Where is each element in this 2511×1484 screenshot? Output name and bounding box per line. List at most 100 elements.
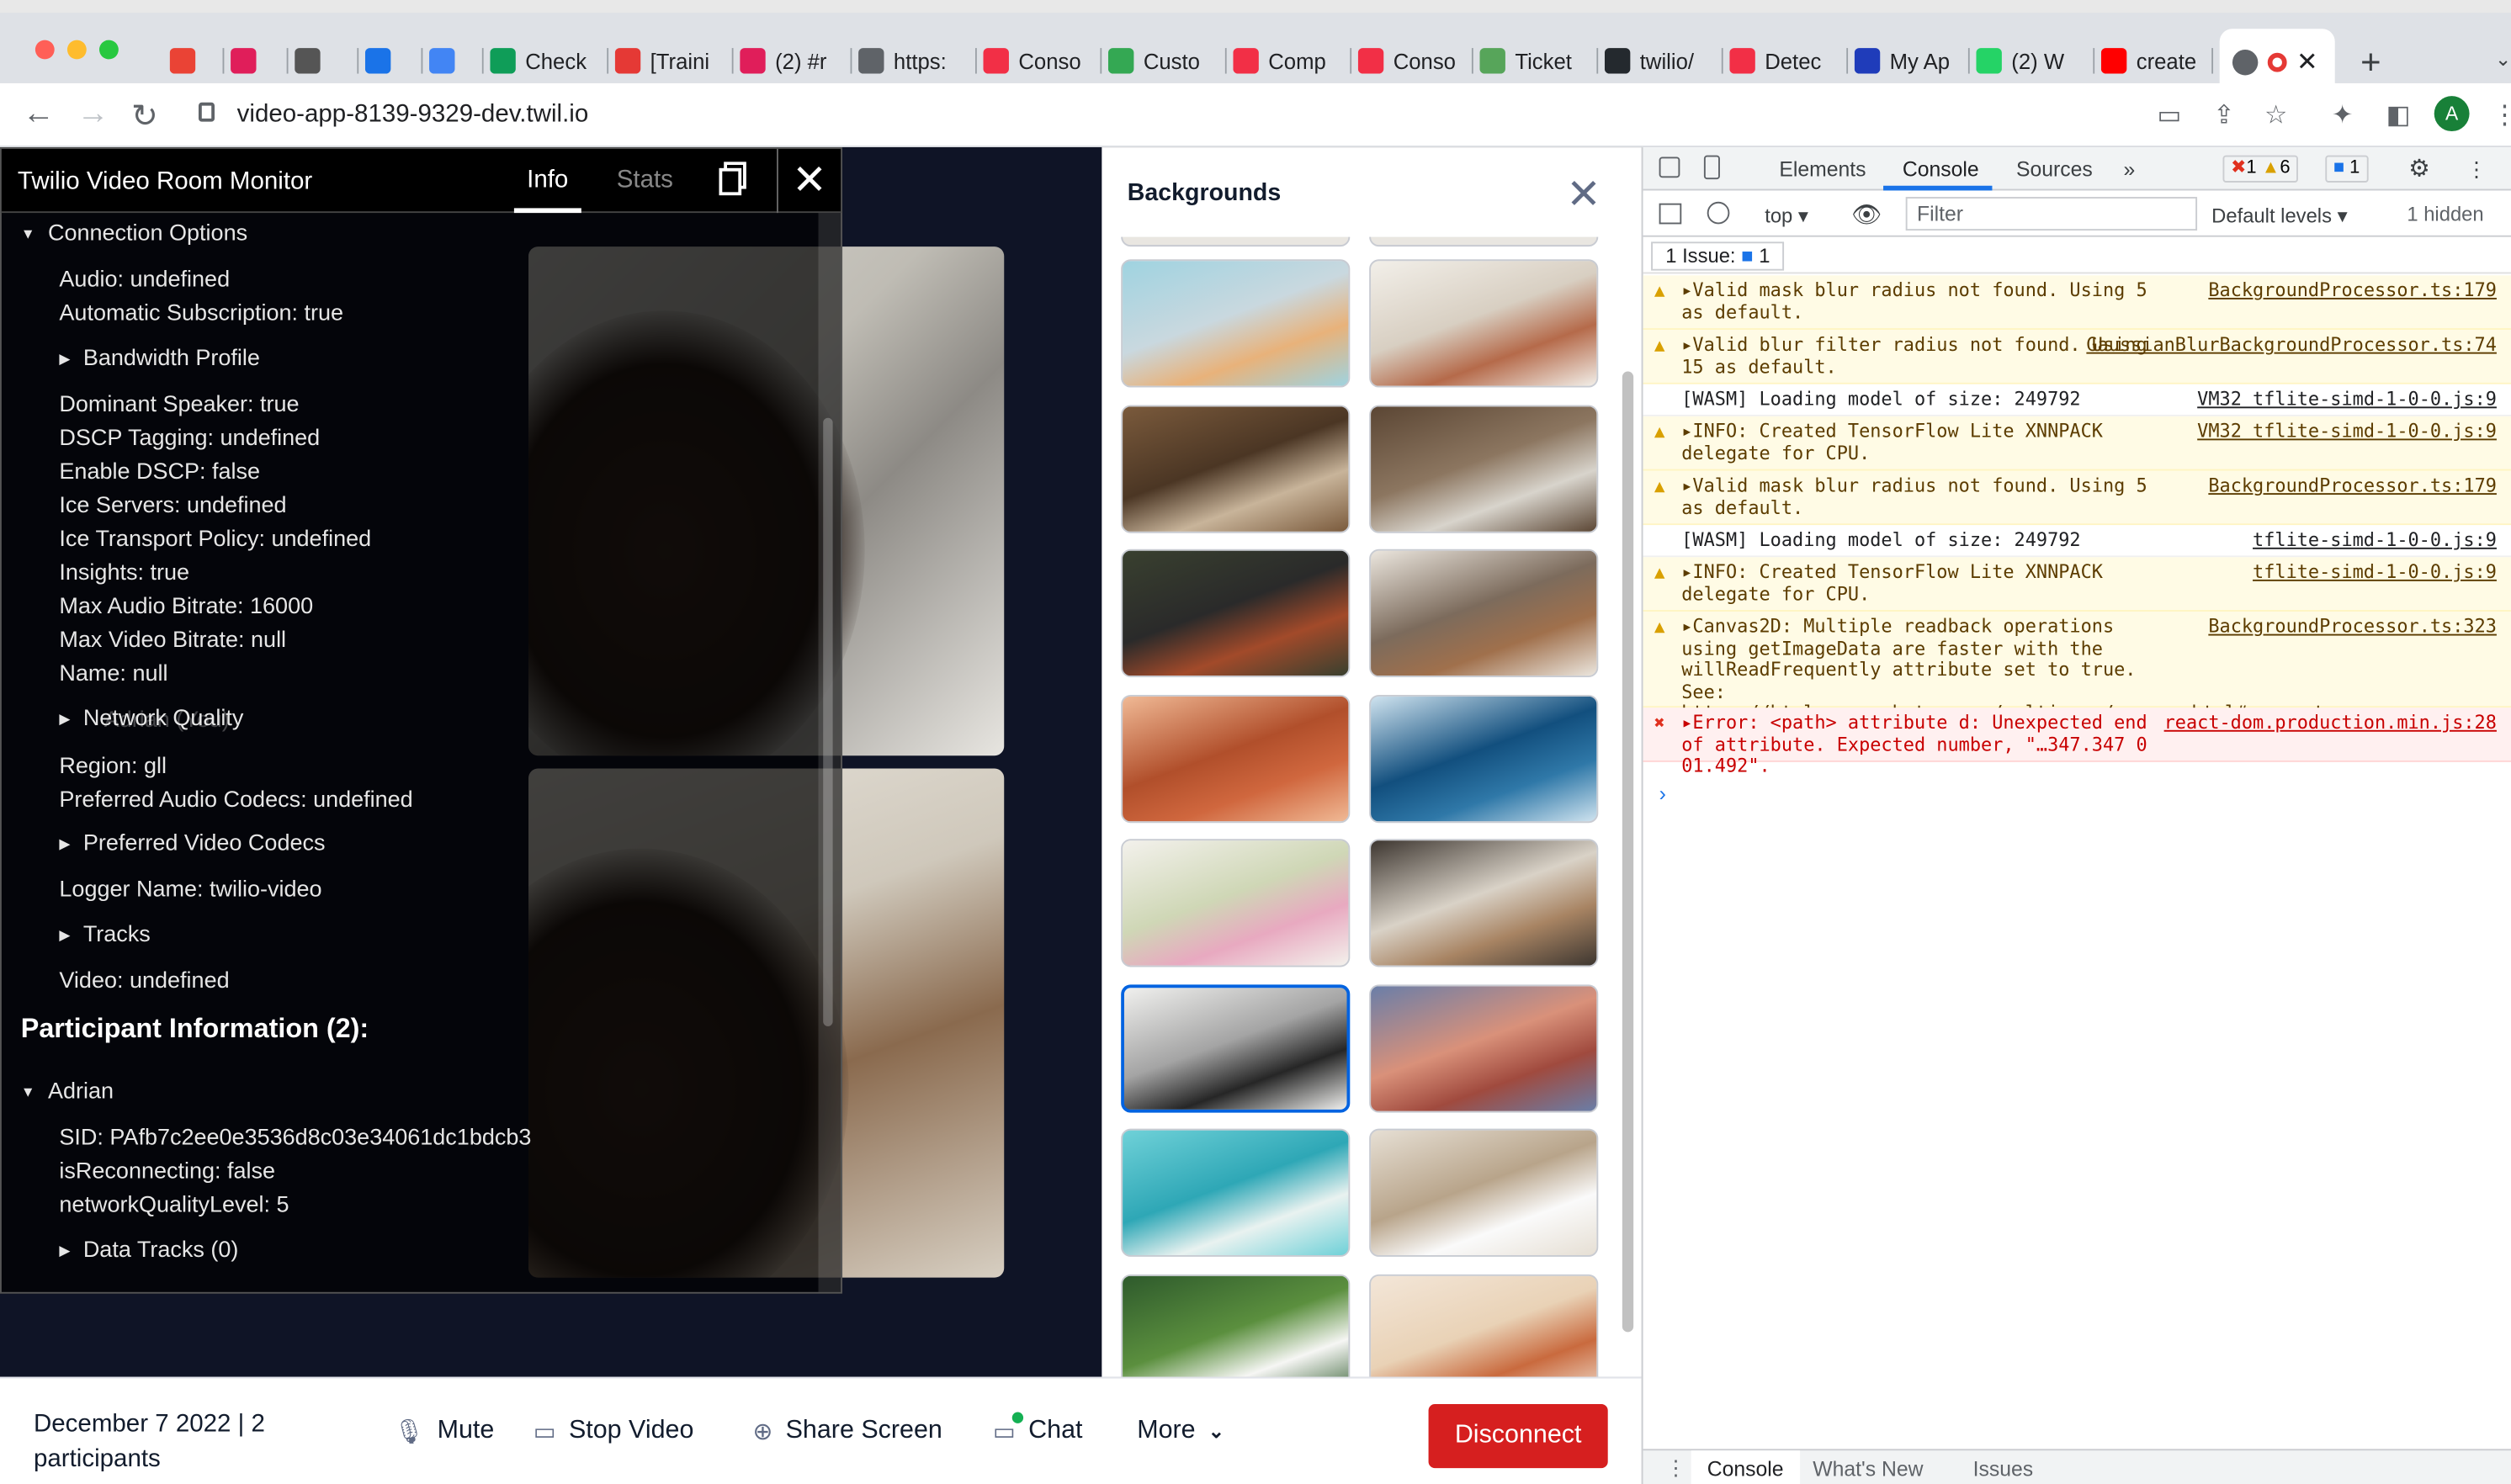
browser-tab[interactable]: Detec (1729, 39, 1849, 83)
console-source-link[interactable]: tflite-simd-1-0-0.js:9 (2253, 561, 2497, 584)
console-message-info[interactable]: [WASM] Loading model of size: 249792 tfli… (1643, 525, 2511, 558)
window-minimize-button[interactable] (66, 40, 87, 60)
background-thumbnail-desert-dunes[interactable] (1121, 693, 1351, 823)
browser-tab[interactable]: (2) W (1976, 39, 2095, 83)
background-thumbnail-bookshelf[interactable] (1121, 404, 1351, 533)
drawer-tab-issues[interactable]: Issues (1973, 1457, 2034, 1481)
tab-search-icon[interactable]: ⌄ (2495, 48, 2511, 71)
background-thumbnail-gallery-lounge[interactable] (1369, 549, 1599, 678)
browser-tab[interactable] (169, 39, 225, 83)
console-source-link[interactable]: GaussianBlurBackgroundProcessor.ts:74 (2086, 334, 2497, 357)
devtools-tab-sources[interactable]: Sources (2016, 157, 2093, 182)
extensions-icon[interactable]: ✦ (2332, 99, 2354, 131)
browser-tab[interactable]: Check (490, 39, 609, 83)
back-button[interactable]: ← (23, 96, 55, 133)
share-icon[interactable]: ⇪ (2213, 99, 2235, 131)
background-thumbnail-partial[interactable] (1369, 236, 1599, 247)
copy-icon[interactable] (719, 162, 754, 200)
tab-stats[interactable]: Stats (617, 167, 673, 195)
console-message-warn[interactable]: ▲ ▸Canvas2D: Multiple readback operations… (1643, 611, 2511, 745)
new-tab-button[interactable]: + (2360, 41, 2381, 82)
forward-button[interactable]: → (77, 96, 109, 133)
console-message-warn[interactable]: ▲ ▸INFO: Created TensorFlow Lite XNNPACK … (1643, 557, 2511, 612)
browser-tab[interactable]: My Ap (1854, 39, 1970, 83)
error-warning-counter[interactable]: ✖1 ▲6 (2222, 155, 2299, 183)
browser-tab[interactable]: (2) #r (740, 39, 852, 83)
background-thumbnail-farmhouse-dining[interactable] (1369, 1128, 1599, 1257)
device-toolbar-icon[interactable] (1703, 155, 1720, 180)
window-close-button[interactable] (35, 40, 55, 60)
drawer-tab-console[interactable]: Console (1691, 1450, 1800, 1484)
console-message-warn[interactable]: ▲ ▸Valid blur filter radius not found. Us… (1643, 330, 2511, 384)
browser-tab[interactable]: Custo (1107, 39, 1227, 83)
stop-video-button[interactable]: ▭ Stop Video (534, 1417, 694, 1445)
sidebar-toggle-icon[interactable] (1659, 203, 1682, 225)
console-source-link[interactable]: BackgroundProcessor.ts:179 (2208, 474, 2497, 497)
tree-expander-row[interactable]: ▶ Tracks (59, 922, 150, 947)
reload-button[interactable]: ↻ (131, 96, 158, 136)
mute-button[interactable]: 🎙︎ Mute (394, 1417, 494, 1445)
background-thumbnail-flowers[interactable] (1121, 839, 1351, 967)
console-message-warn[interactable]: ▲ ▸Valid mask blur radius not found. Usin… (1643, 470, 2511, 526)
browser-tab[interactable] (364, 39, 423, 83)
disconnect-button[interactable]: Disconnect (1428, 1404, 1608, 1469)
share-screen-button[interactable]: ⊕ Share Screen (752, 1417, 942, 1445)
browser-tab[interactable]: https: (858, 39, 977, 83)
background-thumbnail-golden-gate[interactable] (1369, 1273, 1599, 1377)
console-source-link[interactable]: VM32 tflite-simd-1-0-0.js:9 (2197, 388, 2497, 411)
clear-console-icon[interactable] (1707, 201, 1730, 225)
participant-expander[interactable]: ▼ Adrian (21, 1079, 114, 1105)
console-message-err[interactable]: ✖ ▸Error: <path> attribute d: Unexpected … (1643, 708, 2511, 776)
background-thumbnail-tropical-leaves[interactable] (1121, 1273, 1351, 1377)
background-thumbnail-coffee-shop[interactable] (1369, 404, 1599, 533)
inspect-element-icon[interactable] (1659, 156, 1680, 178)
more-button[interactable]: More ⌄ (1137, 1417, 1224, 1445)
background-thumbnail-ocean-underwater[interactable] (1369, 693, 1599, 823)
browser-tab[interactable]: twilio/ (1604, 39, 1723, 83)
console-source-link[interactable]: tflite-simd-1-0-0.js:9 (2253, 529, 2497, 552)
issues-chip[interactable]: 1 Issue: ■ 1 (1651, 241, 1785, 271)
console-filter-input[interactable]: Filter (1905, 197, 2198, 231)
devtools-tab-console[interactable]: Console (1903, 157, 1979, 182)
backgrounds-scrollbar[interactable] (1622, 371, 1634, 1333)
menu-icon[interactable]: ⋮ (2492, 99, 2511, 131)
drawer-menu-icon[interactable]: ⋮ (1665, 1455, 1686, 1481)
browser-tab[interactable]: Conso (1357, 39, 1473, 83)
devtools-tab-elements[interactable]: Elements (1779, 157, 1866, 182)
browser-tab[interactable]: [Traini (614, 39, 734, 83)
drawer-tab-whats-new[interactable]: What's New (1813, 1457, 1923, 1481)
chat-button[interactable]: ▭ Chat (993, 1412, 1082, 1445)
console-message-warn[interactable]: ▲ ▸Valid mask blur radius not found. Usin… (1643, 275, 2511, 331)
live-expression-icon[interactable]: 👁︎ (1851, 200, 1882, 229)
tree-expander-row[interactable]: ▶ Data Tracks (0) (59, 1238, 238, 1263)
background-thumbnail-dark-lounge[interactable] (1121, 549, 1351, 678)
monitor-scrollbar-thumb[interactable] (823, 417, 833, 1026)
browser-tab[interactable] (295, 39, 359, 83)
close-backgrounds-button[interactable]: ✕ (1566, 170, 1601, 220)
console-source-link[interactable]: BackgroundProcessor.ts:179 (2208, 279, 2497, 302)
browser-tab[interactable]: create (2100, 39, 2214, 83)
context-selector[interactable]: top ▾ (1765, 204, 1808, 228)
side-panel-icon[interactable]: ◧ (2386, 99, 2411, 131)
devtools-menu-icon[interactable]: ⋮ (2466, 157, 2487, 183)
more-tabs-icon[interactable]: » (2124, 157, 2136, 182)
bookmark-star-icon[interactable]: ☆ (2264, 99, 2287, 131)
tree-expander-row[interactable]: ▼ Connection Options (21, 221, 247, 246)
url-text[interactable]: video-app-8139-9329-dev.twil.io (237, 101, 589, 130)
info-counter[interactable]: ■ 1 (2325, 155, 2368, 183)
console-source-link[interactable]: VM32 tflite-simd-1-0-0.js:9 (2197, 420, 2497, 443)
window-zoom-button[interactable] (98, 40, 119, 60)
tab-info[interactable]: Info (527, 167, 568, 195)
console-message-info[interactable]: [WASM] Loading model of size: 249792 VM32… (1643, 384, 2511, 416)
close-monitor-button[interactable]: ✕ (777, 148, 841, 214)
settings-gear-icon[interactable]: ⚙ (2408, 154, 2430, 183)
browser-tab[interactable] (429, 39, 484, 83)
background-thumbnail-beach-aerial[interactable] (1121, 1128, 1351, 1257)
console-source-link[interactable]: BackgroundProcessor.ts:323 (2208, 616, 2497, 639)
camera-icon[interactable]: ▭ (2157, 99, 2181, 131)
background-thumbnail-partial[interactable] (1121, 236, 1351, 247)
browser-tab[interactable]: Ticket (1479, 39, 1599, 83)
background-thumbnail-modern-living-room[interactable] (1121, 983, 1351, 1112)
profile-avatar[interactable]: A (2434, 96, 2470, 132)
background-thumbnail-mountain-sunset[interactable] (1369, 983, 1599, 1112)
